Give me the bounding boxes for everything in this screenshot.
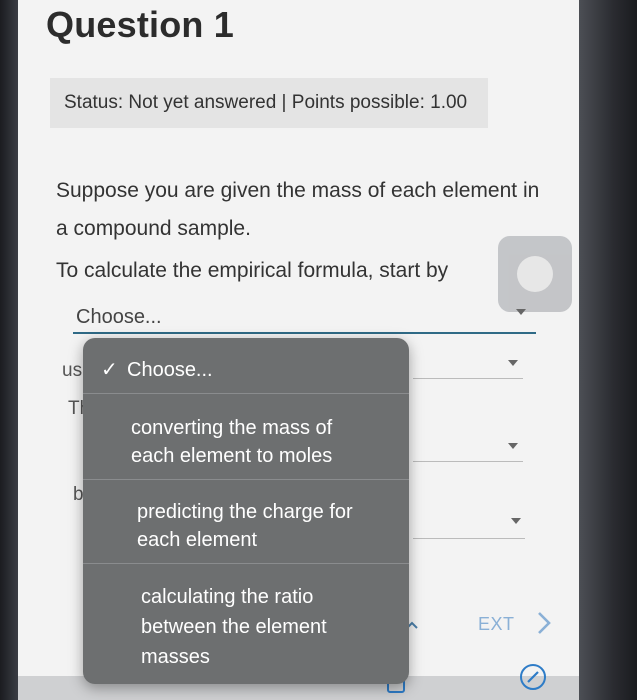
dropdown-option[interactable]: predicting the charge for each element: [83, 480, 409, 564]
assistive-touch-icon: [517, 256, 553, 292]
chevron-down-icon[interactable]: [508, 443, 518, 449]
status-bar: Status: Not yet answered | Points possib…: [50, 78, 488, 128]
dropdown-option[interactable]: converting the mass of each element to m…: [83, 394, 409, 480]
option-label: converting the mass of each element to m…: [131, 417, 333, 467]
option-label: calculating the ratio between the elemen…: [141, 586, 327, 668]
question-line-2: To calculate the empirical formula, star…: [56, 259, 449, 282]
next-button[interactable]: EXT: [458, 608, 578, 640]
floating-assistive-button[interactable]: [498, 236, 572, 312]
chevron-down-icon[interactable]: [508, 360, 518, 366]
photo-right-edge: [579, 0, 637, 700]
chevron-down-icon[interactable]: [516, 309, 526, 315]
option-label: Choose...: [127, 359, 213, 381]
select-underline: [413, 538, 525, 539]
option-label: predicting the charge for each element: [137, 501, 353, 551]
quiz-screen: Question 1 Status: Not yet answered | Po…: [18, 0, 580, 700]
photo-left-edge: [0, 0, 18, 700]
hidden-text-fragment: us: [62, 360, 83, 381]
question-text: Suppose you are given the mass of each e…: [56, 172, 556, 290]
dropdown-option[interactable]: calculating the ratio between the elemen…: [83, 564, 409, 684]
checkmark-icon: ✓: [101, 359, 118, 381]
compose-icon[interactable]: [518, 662, 548, 692]
next-label: EXT: [478, 614, 515, 634]
select-underline: [413, 461, 523, 462]
chevron-down-icon[interactable]: [511, 518, 521, 524]
select-underline: [413, 378, 523, 379]
select-underline: [73, 332, 536, 334]
question-line-1: Suppose you are given the mass of each e…: [56, 179, 540, 240]
empirical-select[interactable]: Choose...: [76, 306, 162, 329]
dropdown-option-choose[interactable]: ✓ Choose...: [83, 338, 409, 394]
select-dropdown-menu: ✓ Choose... converting the mass of each …: [83, 338, 409, 684]
chevron-right-icon: [538, 612, 551, 634]
page-title: Question 1: [46, 4, 235, 45]
